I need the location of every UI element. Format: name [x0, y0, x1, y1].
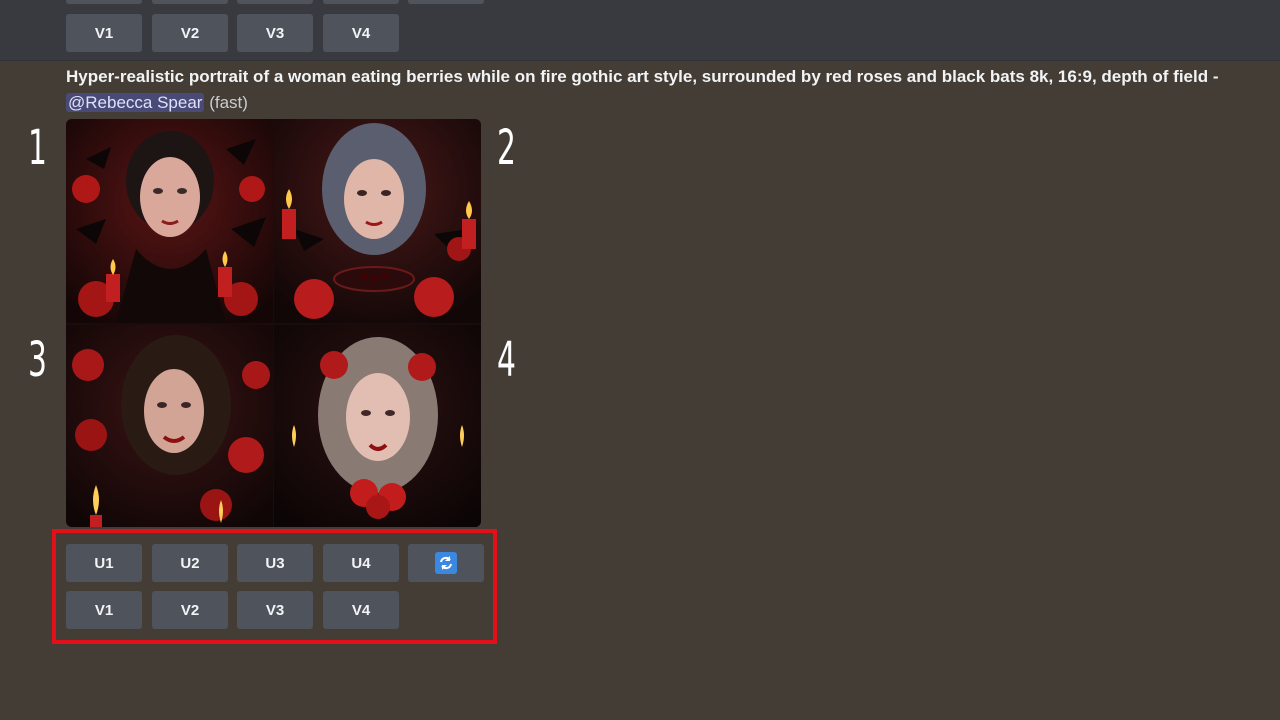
- top-v1-button[interactable]: V1: [66, 14, 142, 52]
- message-prompt: Hyper-realistic portrait of a woman eati…: [66, 64, 1276, 116]
- grid-label-2: 2: [497, 120, 516, 176]
- v2-button[interactable]: V2: [152, 591, 228, 629]
- previous-button-row-edge: [66, 0, 142, 4]
- image-grid[interactable]: [66, 119, 481, 527]
- grid-label-3: 3: [28, 332, 47, 388]
- u1-button[interactable]: U1: [66, 544, 142, 582]
- v3-button[interactable]: V3: [237, 591, 313, 629]
- gothic-portrait-2-image[interactable]: [274, 119, 481, 323]
- previous-button-row-edge: [237, 0, 313, 4]
- grid-label-4: 4: [497, 332, 516, 388]
- previous-button-row-edge: [323, 0, 399, 4]
- refresh-icon: [435, 552, 457, 574]
- previous-message-band: V1 V2 V3 V4: [0, 0, 1280, 61]
- u2-button[interactable]: U2: [152, 544, 228, 582]
- gothic-portrait-3-image[interactable]: [66, 325, 273, 527]
- v4-button[interactable]: V4: [323, 591, 399, 629]
- u4-button[interactable]: U4: [323, 544, 399, 582]
- gothic-portrait-1-image[interactable]: [66, 119, 273, 323]
- user-mention[interactable]: @Rebecca Spear: [66, 93, 205, 112]
- top-v2-button[interactable]: V2: [152, 14, 228, 52]
- previous-button-row-edge: [408, 0, 484, 4]
- top-v4-button[interactable]: V4: [323, 14, 399, 52]
- previous-button-row-edge: [152, 0, 228, 4]
- prompt-text: Hyper-realistic portrait of a woman eati…: [66, 67, 1219, 86]
- speed-tag: (fast): [209, 93, 248, 112]
- reroll-button[interactable]: [408, 544, 484, 582]
- grid-label-1: 1: [28, 120, 47, 176]
- v1-button[interactable]: V1: [66, 591, 142, 629]
- gothic-portrait-4-image[interactable]: [274, 325, 481, 527]
- u3-button[interactable]: U3: [237, 544, 313, 582]
- top-v3-button[interactable]: V3: [237, 14, 313, 52]
